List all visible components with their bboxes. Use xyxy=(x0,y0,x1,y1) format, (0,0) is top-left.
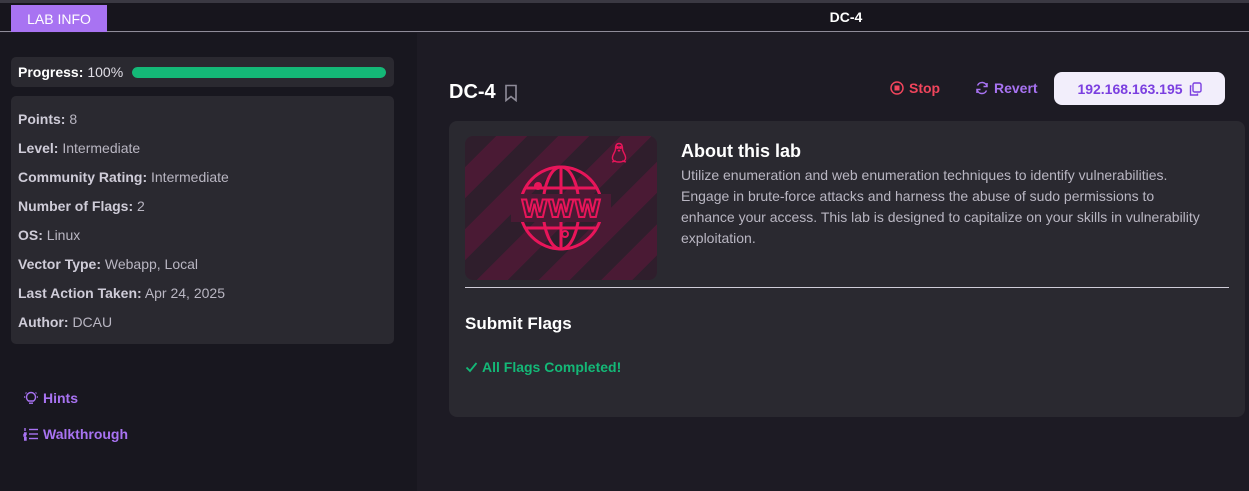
info-key: Last Action Taken: xyxy=(18,285,142,301)
hints-label: Hints xyxy=(43,390,78,406)
info-key: Level: xyxy=(18,140,59,156)
stop-circle-icon xyxy=(890,81,904,95)
linux-penguin-icon xyxy=(611,142,627,163)
flags-completed-text: All Flags Completed! xyxy=(482,359,622,375)
ip-address-text: 192.168.163.195 xyxy=(1077,80,1183,97)
stop-button[interactable]: Stop xyxy=(890,80,940,96)
progress-card: Progress: 100% xyxy=(11,57,394,87)
walkthrough-label: Walkthrough xyxy=(43,426,129,442)
lightbulb-icon xyxy=(24,391,38,404)
info-value: Webapp, Local xyxy=(104,256,199,272)
revert-button[interactable]: Revert xyxy=(975,80,1038,96)
lab-banner: WWW xyxy=(465,136,657,280)
revert-label: Revert xyxy=(994,80,1038,96)
info-value: 8 xyxy=(69,111,78,127)
hints-link[interactable]: Hints xyxy=(23,390,78,406)
progress-label: Progress: xyxy=(18,64,84,80)
ip-address-button[interactable]: 192.168.163.195 xyxy=(1054,72,1225,105)
info-key: Community Rating: xyxy=(18,169,148,185)
lab-title-text: DC-4 xyxy=(449,81,496,103)
info-row-community-rating: Community Rating: Intermediate xyxy=(18,169,229,185)
submit-flags-title: Submit Flags xyxy=(465,314,572,333)
progress-value: 100% xyxy=(87,64,124,80)
info-row-last-action: Last Action Taken: Apr 24, 2025 xyxy=(18,285,225,301)
info-value: Linux xyxy=(46,227,81,243)
divider xyxy=(465,287,1229,288)
window-title: DC-4 xyxy=(829,9,863,25)
info-value: Intermediate xyxy=(62,140,141,156)
info-row-os: OS: Linux xyxy=(18,227,80,243)
copy-icon xyxy=(1189,81,1202,96)
progress-fill xyxy=(132,67,386,78)
www-text: WWW xyxy=(521,195,600,223)
info-row-number-of-flags: Number of Flags: 2 xyxy=(18,198,145,214)
info-value: Apr 24, 2025 xyxy=(144,285,225,301)
tab-lab-info[interactable]: LAB INFO xyxy=(11,5,107,32)
info-row-author: Author: DCAU xyxy=(18,314,112,330)
stop-label: Stop xyxy=(909,80,941,96)
top-bar: LAB INFO DC-4 xyxy=(0,0,1249,32)
lab-info-card: Points: 8 Level: Intermediate Community … xyxy=(11,96,394,344)
check-icon xyxy=(465,362,478,373)
refresh-icon xyxy=(976,81,988,95)
info-value: Intermediate xyxy=(151,169,229,185)
walkthrough-link[interactable]: Walkthrough xyxy=(23,426,128,442)
info-value: 2 xyxy=(137,198,145,214)
info-key: Points: xyxy=(18,111,66,127)
info-key: OS: xyxy=(18,227,43,243)
about-title: About this lab xyxy=(681,141,801,161)
www-globe-icon: WWW xyxy=(511,165,611,251)
info-value: DCAU xyxy=(72,314,113,330)
info-key: Number of Flags: xyxy=(18,198,134,214)
info-row-level: Level: Intermediate xyxy=(18,140,140,156)
info-row-points: Points: 8 xyxy=(18,111,77,127)
bookmark-icon[interactable] xyxy=(504,84,518,102)
list-ordered-icon xyxy=(23,428,38,441)
info-key: Author: xyxy=(18,314,69,330)
about-description: Utilize enumeration and web enumeration … xyxy=(681,167,1200,246)
info-key: Vector Type: xyxy=(18,256,101,272)
flags-completed-status: All Flags Completed! xyxy=(465,359,621,375)
info-row-vector-type: Vector Type: Webapp, Local xyxy=(18,256,198,272)
progress-bar xyxy=(132,67,386,78)
lab-title: DC-4 xyxy=(449,81,518,104)
